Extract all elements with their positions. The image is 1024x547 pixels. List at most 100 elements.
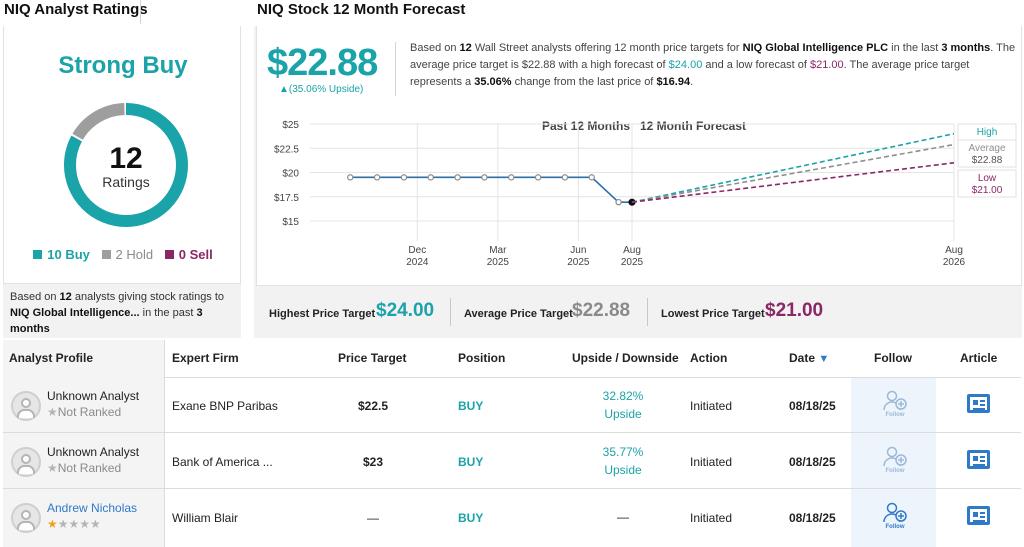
position-badge: BUY [458,455,484,469]
table-header: Analyst Profile Expert Firm Price Target… [3,340,1021,378]
col-expert-firm: Expert Firm [172,351,239,365]
article-icon[interactable] [967,394,990,413]
highest-target-label: Highest Price Target [269,308,376,320]
star-icon: ★★★★ [57,517,101,531]
rating-action: Initiated [690,455,733,469]
average-target-label: Average Price Target [464,308,573,320]
history-point [561,174,569,181]
price-target: $23 [362,455,384,469]
consensus-rating: Strong Buy [58,52,188,79]
y-tick-label: $22.5 [274,144,299,155]
rating-date: 08/18/25 [789,399,836,413]
x-tick-label: 2026 [943,257,966,268]
forecast-panel: $22.88 ▲(35.06% Upside) Based on 12 Wall… [254,26,1022,338]
analyst-rank: ★Not Ranked [47,405,122,419]
follow-button[interactable]: Follow [881,389,909,421]
expert-firm: Bank of America ... [172,455,273,469]
rating-action: Initiated [690,399,733,413]
x-tick-label: Jun [570,245,586,256]
x-tick-label: Aug [945,245,963,256]
forecast-label-value: $21.00 [972,185,1003,196]
history-point [373,174,381,181]
ratings-title: NIQ Analyst Ratings [4,1,148,18]
upside-downside: — [617,510,629,524]
rating-date: 08/18/25 [789,455,836,469]
history-point [588,174,595,181]
x-tick-label: Mar [489,245,507,256]
lowest-target-label: Lowest Price Target [661,308,765,320]
col-analyst-profile: Analyst Profile [9,351,94,365]
table-row: Unknown Analyst ★Not Ranked Exane BNP Pa… [3,378,1021,433]
history-point [347,174,354,181]
ratings-card: Strong Buy 12 Ratings 10 Buy 2 Hold 0 Se… [3,26,241,284]
follow-button[interactable]: Follow [881,445,909,477]
x-tick-label: Dec [408,245,426,256]
follow-user-icon [883,502,907,523]
average-target-value: $22.88 [572,300,631,321]
forecast-label-low: Low$21.00 [957,169,1017,198]
ratings-count: 12 [109,142,143,175]
target-separator [450,298,451,326]
forecast-label-name: Low [978,173,997,184]
follow-user-icon [883,446,907,467]
y-tick-label: $25 [282,120,299,131]
history-point [427,174,434,181]
y-tick-label: $17.5 [274,193,299,204]
analyst-star-rating: ★★★★★ [47,517,101,531]
price-forecast-chart: Past 12 Months 12 Month Forecast $25 $22.5 $… [274,119,1017,268]
table-row: Andrew Nicholas ★★★★★ William Blair — BU… [3,490,1021,545]
upside-downside: 32.82% Upside [602,389,644,421]
rating-date: 08/18/25 [789,511,836,525]
ratings-legend: 10 Buy 2 Hold 0 Sell [4,247,242,262]
x-tick-label: 2025 [487,257,510,268]
avatar-placeholder-icon [11,391,41,421]
avatar-placeholder-icon [11,447,41,477]
history-point [400,174,408,181]
forecast-title: NIQ Stock 12 Month Forecast [257,1,466,18]
ratings-note: Based on 12 analysts giving stock rating… [10,291,225,335]
analyst-name[interactable]: Unknown Analyst [47,389,139,403]
col-upside-downside: Upside / Downside [572,351,679,365]
article-icon[interactable] [967,450,990,469]
expert-firm: Exane BNP Paribas [172,399,278,413]
follow-button[interactable]: Follow [881,501,909,533]
article-icon[interactable] [967,506,990,525]
history-point [481,174,488,181]
legend-hold: 2 Hold [101,247,153,262]
analyst-name-link[interactable]: Andrew Nicholas [47,501,137,515]
y-tick-label: $15 [282,217,299,228]
forecast-label-average: Average$22.88 [957,139,1017,168]
history-point [615,198,622,206]
chart-label-forecast: 12 Month Forecast [640,119,746,133]
position-badge: BUY [458,399,484,413]
history-line [350,176,632,203]
legend-sell: 0 Sell [164,247,213,262]
ratings-count-label: Ratings [102,174,150,190]
sort-desc-icon: ▼ [818,353,830,365]
col-article: Article [960,351,998,365]
col-date-sort[interactable]: Date ▼ [789,351,829,365]
star-icon: ★ [47,517,58,531]
avatar-placeholder-icon [11,503,41,533]
legend-buy: 10 Buy [33,247,90,262]
forecast-line-average [631,143,955,203]
analyst-name[interactable]: Unknown Analyst [47,445,139,459]
analyst-table: Analyst Profile Expert Firm Price Target… [3,340,1021,547]
x-tick-label: 2024 [406,257,429,268]
col-price-target: Price Target [338,351,407,365]
price-targets-row: Highest Price Target $24.00 Average Pric… [254,286,1022,338]
forecast-label-name: Average [968,143,1006,154]
forecast-label-name: High [977,127,998,138]
col-action: Action [690,351,728,365]
expert-firm: William Blair [172,511,238,525]
y-tick-label: $20 [282,169,299,180]
history-point [534,174,542,181]
star-icon: ★ [47,405,58,419]
x-tick-label: 2025 [567,257,590,268]
upside-downside: 35.77% Upside [602,445,644,477]
chart-label-past: Past 12 Months [542,119,630,133]
follow-user-icon [883,390,907,411]
target-separator [647,298,648,326]
rating-action: Initiated [690,511,733,525]
price-target: $22.5 [357,399,389,413]
